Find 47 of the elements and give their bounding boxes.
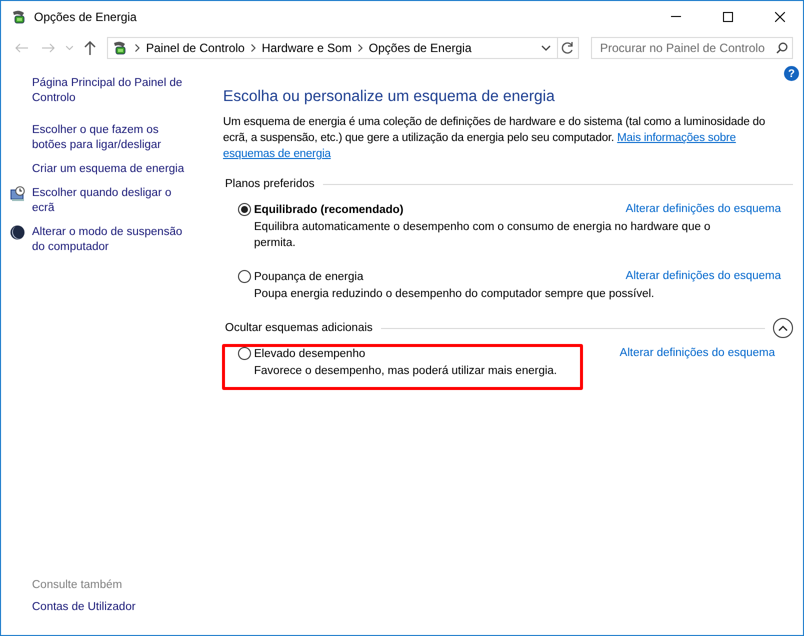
plan-radio[interactable]: Elevado desempenho — [238, 347, 366, 360]
moon-icon — [10, 225, 25, 240]
forward-arrow-icon — [41, 43, 55, 53]
breadcrumb[interactable]: Hardware e Som — [262, 41, 352, 55]
change-plan-link[interactable]: Alterar definições do esquema — [620, 347, 775, 359]
maximize-icon — [723, 12, 733, 22]
radio-icon — [238, 203, 251, 216]
sidebar-link[interactable]: Escolher o que fazem os botões para ligar/desligar — [32, 123, 194, 153]
page-heading: Escolha ou personalize um esquema de energia — [223, 88, 556, 106]
more-info-link[interactable]: esquemas de energia — [223, 148, 331, 160]
address-bar[interactable]: Painel de Controlo Hardware e Som Opções de Energia — [107, 37, 579, 59]
chevron-up-icon — [778, 325, 788, 331]
change-plan-link[interactable]: Alterar definições do esquema — [626, 270, 781, 282]
radio-icon — [238, 270, 251, 283]
more-info-link[interactable]: Mais informações sobre — [617, 132, 736, 144]
chevron-icon — [358, 44, 363, 52]
chevron-icon — [250, 44, 256, 52]
sidebar-link[interactable]: Criar um esquema de energia — [32, 162, 184, 177]
plan-radio[interactable]: Poupança de energia — [238, 270, 364, 283]
search-field[interactable]: Procurar no Painel de Controlo — [591, 37, 793, 59]
change-plan-link[interactable]: Alterar definições do esquema — [626, 203, 781, 215]
dropdown-icon[interactable] — [541, 45, 551, 51]
description-text: Um esquema de energia é uma coleção de definições de hardware e do sistema (tal como a luminosidade do ecrã, a suspensão, etc.) que gere a utilização da energia pelo seu computador. Mais informações sobre esquemas de energia — [223, 115, 766, 162]
back-arrow-icon — [15, 43, 29, 53]
monitor-clock-icon — [10, 186, 26, 201]
sidebar-link[interactable]: Escolher quando desligar o ecrã — [32, 186, 194, 216]
sidebar-link[interactable]: Alterar o modo de suspensão do computador — [32, 225, 194, 255]
plan-radio[interactable]: Equilibrado (recomendado) — [238, 203, 404, 216]
plan-description: Poupa energia reduzindo o desempenho do computador sempre que possível. — [254, 287, 656, 302]
see-also-heading: Consulte também — [32, 579, 124, 591]
close-icon — [775, 12, 785, 22]
plan-description: Favorece o desempenho, mas poderá utilizar mais energia. — [254, 364, 558, 379]
plan-description: Equilibra automaticamente o desempenho com o consumo de energia no hardware que o permita. — [254, 220, 712, 251]
chevron-icon — [135, 44, 140, 52]
breadcrumb[interactable]: Painel de Controlo — [146, 41, 245, 55]
help-icon[interactable]: ? — [784, 66, 799, 81]
dropdown-icon — [66, 46, 72, 50]
sidebar-link[interactable]: Página Principal do Painel de Controlo — [32, 76, 194, 106]
group-label: Ocultar esquemas adicionais — [225, 322, 373, 334]
group-label: Planos preferidos — [225, 178, 314, 190]
breadcrumb[interactable]: Opções de Energia — [368, 41, 472, 55]
window-title: Opções de Energia — [34, 10, 138, 24]
collapse-button[interactable] — [773, 318, 793, 338]
minimize-icon — [671, 16, 681, 17]
up-arrow-icon — [84, 41, 96, 55]
see-also-link[interactable]: Contas de Utilizador — [32, 601, 136, 613]
radio-icon — [238, 347, 251, 360]
